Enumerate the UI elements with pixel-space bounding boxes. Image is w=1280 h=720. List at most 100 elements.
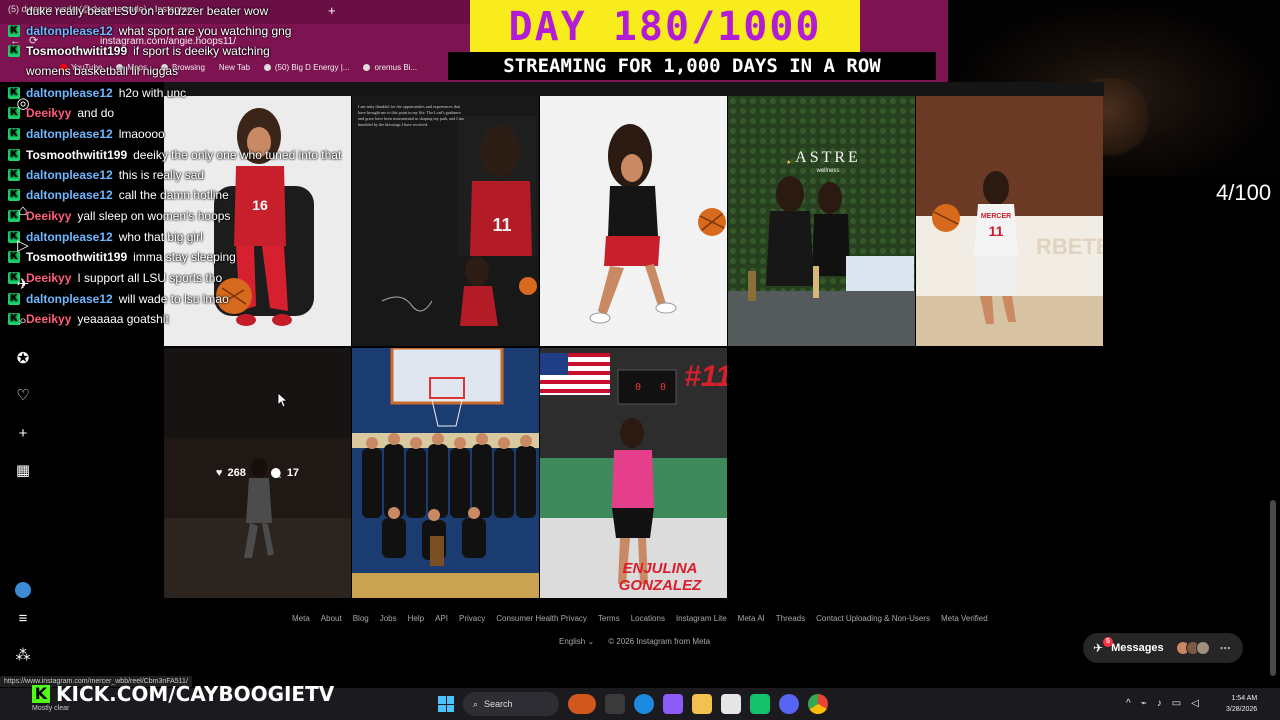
svg-text:11: 11 [492, 215, 511, 235]
discord-icon[interactable] [779, 694, 799, 714]
search-icon: ⌕ [473, 698, 479, 709]
taskbar-search[interactable]: ⌕ Search [463, 692, 559, 716]
volume-icon[interactable]: ◁ [1191, 698, 1199, 709]
chat-text: lmaoooo [118, 127, 165, 141]
profile-avatar[interactable] [15, 582, 31, 598]
number-graphic: #11 [684, 360, 727, 393]
post-image-player-chair: 16 [164, 96, 351, 346]
footer-link[interactable]: Locations [631, 614, 665, 623]
display-icon[interactable]: ▭ [1172, 698, 1181, 709]
basketball-icon [263, 63, 271, 71]
browser-tab[interactable]: (5) dwayne wade (@dwyanewade) • Instagra… [8, 4, 195, 14]
svg-text:0: 0 [660, 382, 666, 393]
footer-link[interactable]: Consumer Health Privacy [496, 614, 587, 623]
player-first-name: ENJULINA [622, 560, 697, 577]
comments-stat: 17 [270, 467, 299, 479]
post-tile-5[interactable]: MERCER 11 RBETBA [916, 96, 1103, 346]
search-icon[interactable]: ⌕ [14, 312, 32, 330]
page-scrollbar[interactable] [1270, 500, 1276, 676]
footer-link[interactable]: Terms [598, 614, 620, 623]
footer-link[interactable]: Privacy [459, 614, 485, 623]
bookmark-new-tab[interactable]: New Tab [219, 60, 250, 74]
post-tile-2[interactable]: 11 I am truly thankful for the opportuni… [352, 96, 539, 346]
instagram-logo-icon[interactable]: ◎ [14, 95, 32, 113]
edge-icon[interactable] [634, 694, 654, 714]
dashboard-icon[interactable]: ▦ [14, 462, 32, 480]
home-icon[interactable]: ⌂ [14, 202, 32, 220]
file-explorer-icon[interactable] [692, 694, 712, 714]
messenger-icon[interactable]: ✈ [14, 276, 32, 294]
footer-link[interactable]: Help [408, 614, 424, 623]
bookmark-browsing[interactable]: Browsing [161, 60, 205, 74]
reels-icon[interactable]: ▷ [14, 237, 32, 255]
bookmark-youtube[interactable]: YouTube [60, 60, 102, 74]
store-icon[interactable] [721, 694, 741, 714]
more-apps-icon[interactable]: ⁂ [14, 647, 32, 665]
footer-link[interactable]: Contact Uploading & Non-Users [816, 614, 930, 623]
copyright: © 2026 Instagram from Meta [608, 637, 711, 646]
instagram-sidebar: ◎ ⌂ ▷ ✈ ⌕ ✪ ♡ + ▦ ≡ ⁂ [0, 82, 46, 676]
post-grid: 16 11 I am truly thankful for the opport… [164, 96, 1104, 598]
footer-links: Meta About Blog Jobs Help API Privacy Consumer … [292, 614, 988, 623]
messages-badge: 5 [1103, 637, 1113, 647]
messages-button[interactable]: ✈ 5 Messages ⋯ [1083, 633, 1243, 663]
post-image-team-photo [352, 348, 539, 598]
widget-icon[interactable] [568, 694, 596, 714]
create-plus-icon[interactable]: + [14, 425, 32, 443]
mouse-cursor-icon [277, 392, 289, 408]
footer-link[interactable]: Meta [292, 614, 310, 623]
reload-icon[interactable]: ⟳ [29, 35, 46, 47]
grid-previous-row-strip [164, 82, 1104, 96]
taskbar-apps: ⌕ Search [438, 692, 828, 716]
windows-start-icon[interactable] [438, 696, 454, 712]
footer-link[interactable]: Meta Verified [941, 614, 988, 623]
explore-icon[interactable]: ✪ [14, 350, 32, 368]
language-select[interactable]: English ⌄ [559, 637, 594, 646]
notifications-heart-icon[interactable]: ♡ [14, 387, 32, 405]
post-tile-3[interactable] [540, 96, 727, 346]
globe-icon [363, 63, 371, 71]
footer-link[interactable]: API [435, 614, 448, 623]
avatar [1195, 641, 1210, 655]
footer-link[interactable]: Blog [353, 614, 369, 623]
svg-text:★: ★ [786, 159, 791, 166]
footer-link[interactable]: Meta AI [738, 614, 765, 623]
address-bar[interactable]: instagram.com/angie.hoops11/ [100, 36, 236, 47]
task-view-icon[interactable] [605, 694, 625, 714]
youtube-icon [60, 63, 67, 71]
network-icon[interactable]: ⌁ [1141, 698, 1147, 709]
chevron-up-icon[interactable]: ^ [1126, 698, 1131, 709]
post-tile-6-hovered[interactable]: ♥ 268 17 [164, 348, 351, 598]
kick-url: KICK.COM/CAYBOOGIETV [56, 682, 335, 706]
weather-status: Mostly clear [32, 705, 70, 712]
bookmarks-bar: YouTube Maps Browsing New Tab (50) Big D… [60, 60, 417, 74]
menu-icon[interactable]: ≡ [14, 610, 32, 628]
kick-banner: K KICK.COM/CAYBOOGIETV [32, 682, 335, 706]
comment-icon [270, 468, 281, 478]
messenger-icon: ✈ [1093, 641, 1104, 655]
post-tile-4[interactable]: ★ ASTRE wellness [728, 96, 915, 346]
post-tile-7[interactable] [352, 348, 539, 598]
back-icon[interactable]: ← [10, 35, 29, 47]
post-image-player-graphic: 0 0 #11 ENJULINA GONZALEZ [540, 348, 727, 598]
chrome-icon[interactable] [808, 694, 828, 714]
new-tab-button[interactable]: + [328, 3, 336, 18]
footer-link[interactable]: Instagram Lite [676, 614, 727, 623]
footer-link[interactable]: Jobs [380, 614, 397, 623]
heart-icon: ♥ [215, 467, 223, 479]
post-hover-overlay[interactable]: ♥ 268 17 [164, 348, 351, 598]
post-tile-1[interactable]: 16 [164, 96, 351, 346]
kick-app-icon[interactable] [750, 694, 770, 714]
footer-bottom: English ⌄ © 2026 Instagram from Meta [559, 637, 710, 646]
copilot-icon[interactable] [663, 694, 683, 714]
post-tile-8[interactable]: 0 0 #11 ENJULINA GONZALEZ [540, 348, 727, 598]
footer-link[interactable]: Threads [776, 614, 805, 623]
bookmark-oremus[interactable]: oremus Bi... [363, 60, 417, 74]
taskbar-clock[interactable]: 1:54 AM 3/28/2026 [1226, 693, 1257, 715]
footer-link[interactable]: About [321, 614, 342, 623]
bookmark-big-d-energy[interactable]: (50) Big D Energy |... [263, 60, 349, 74]
svg-text:RBETBA: RBETBA [1036, 234, 1103, 259]
goal-counter: 4/100 [1216, 180, 1272, 205]
microphone-icon[interactable]: ♪ [1157, 698, 1162, 709]
bookmark-maps[interactable]: Maps [116, 60, 147, 74]
